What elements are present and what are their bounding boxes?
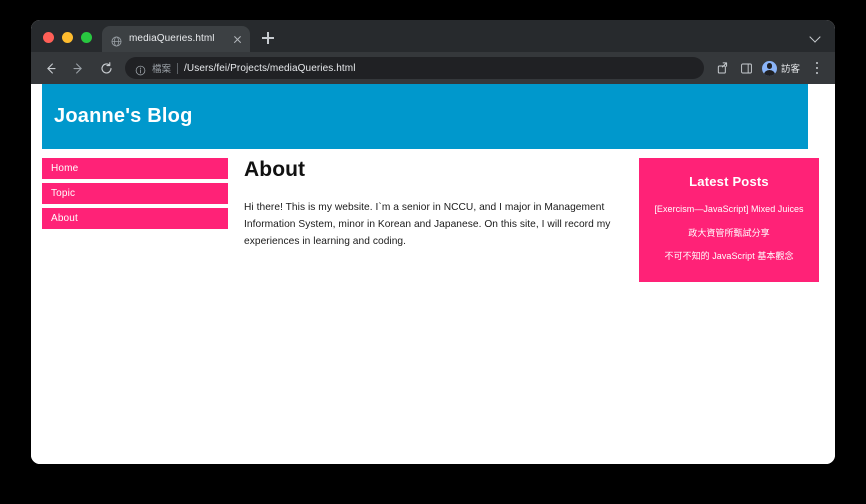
sidebar-item-home[interactable]: Home — [42, 158, 228, 179]
minimize-window-button[interactable] — [62, 32, 73, 43]
profile-label: 訪客 — [780, 64, 800, 75]
address-bar[interactable]: 檔案 /Users/fei/Projects/mediaQueries.html — [125, 57, 704, 79]
tab-title: mediaQueries.html — [129, 34, 215, 44]
address-bar-url: /Users/fei/Projects/mediaQueries.html — [184, 62, 356, 74]
info-icon[interactable] — [135, 63, 146, 75]
latest-post-link[interactable]: 政大資管所甄試分享 — [649, 227, 809, 241]
sidebar-item-label: Home — [51, 163, 79, 174]
page-viewport: Joanne's Blog Home Topic About About Hi … — [31, 84, 835, 464]
latest-posts-title: Latest Posts — [689, 174, 769, 189]
sidebar-item-about[interactable]: About — [42, 208, 228, 229]
close-icon[interactable] — [231, 33, 244, 46]
address-bar-scheme-label: 檔案 — [152, 64, 172, 75]
tab-strip: mediaQueries.html — [31, 20, 835, 52]
profile-button[interactable]: 訪客 — [760, 57, 805, 79]
latest-post-link[interactable]: [Exercism—JavaScript] Mixed Juices — [649, 203, 809, 217]
latest-post-link[interactable]: 不可不知的 JavaScript 基本觀念 — [649, 250, 809, 264]
browser-toolbar: 檔案 /Users/fei/Projects/mediaQueries.html — [31, 52, 835, 84]
sidebar-item-topic[interactable]: Topic — [42, 183, 228, 204]
reload-icon[interactable] — [93, 55, 119, 81]
back-icon[interactable] — [37, 55, 63, 81]
window-traffic-lights — [31, 32, 102, 52]
address-bar-divider — [177, 62, 179, 74]
maximize-window-button[interactable] — [81, 32, 92, 43]
new-tab-button[interactable] — [257, 27, 279, 49]
site-nav: Home Topic About — [42, 158, 228, 233]
section-paragraph: Hi there! This is my website. I`m a seni… — [244, 202, 611, 247]
avatar — [761, 60, 777, 76]
page-title: Joanne's Blog — [54, 105, 193, 127]
browser-tab[interactable]: mediaQueries.html — [102, 26, 250, 52]
section-heading: About — [244, 158, 306, 181]
share-icon[interactable] — [712, 57, 734, 79]
browser-window: mediaQueries.html 檔案 /Users/fei/Projects… — [31, 20, 835, 464]
kebab-menu-icon[interactable] — [807, 57, 827, 79]
latest-posts-panel: Latest Posts [Exercism—JavaScript] Mixed… — [639, 158, 819, 282]
chevron-down-icon[interactable] — [803, 23, 829, 49]
sidebar-item-label: About — [51, 213, 78, 224]
forward-icon[interactable] — [65, 55, 91, 81]
close-window-button[interactable] — [43, 32, 54, 43]
site-header: Joanne's Blog — [42, 84, 808, 149]
side-panel-icon[interactable] — [736, 57, 758, 79]
globe-icon — [111, 34, 122, 46]
sidebar-item-label: Topic — [51, 188, 76, 199]
main-content: About Hi there! This is my website. I`m … — [244, 158, 629, 250]
screen: mediaQueries.html 檔案 /Users/fei/Projects… — [0, 0, 866, 504]
